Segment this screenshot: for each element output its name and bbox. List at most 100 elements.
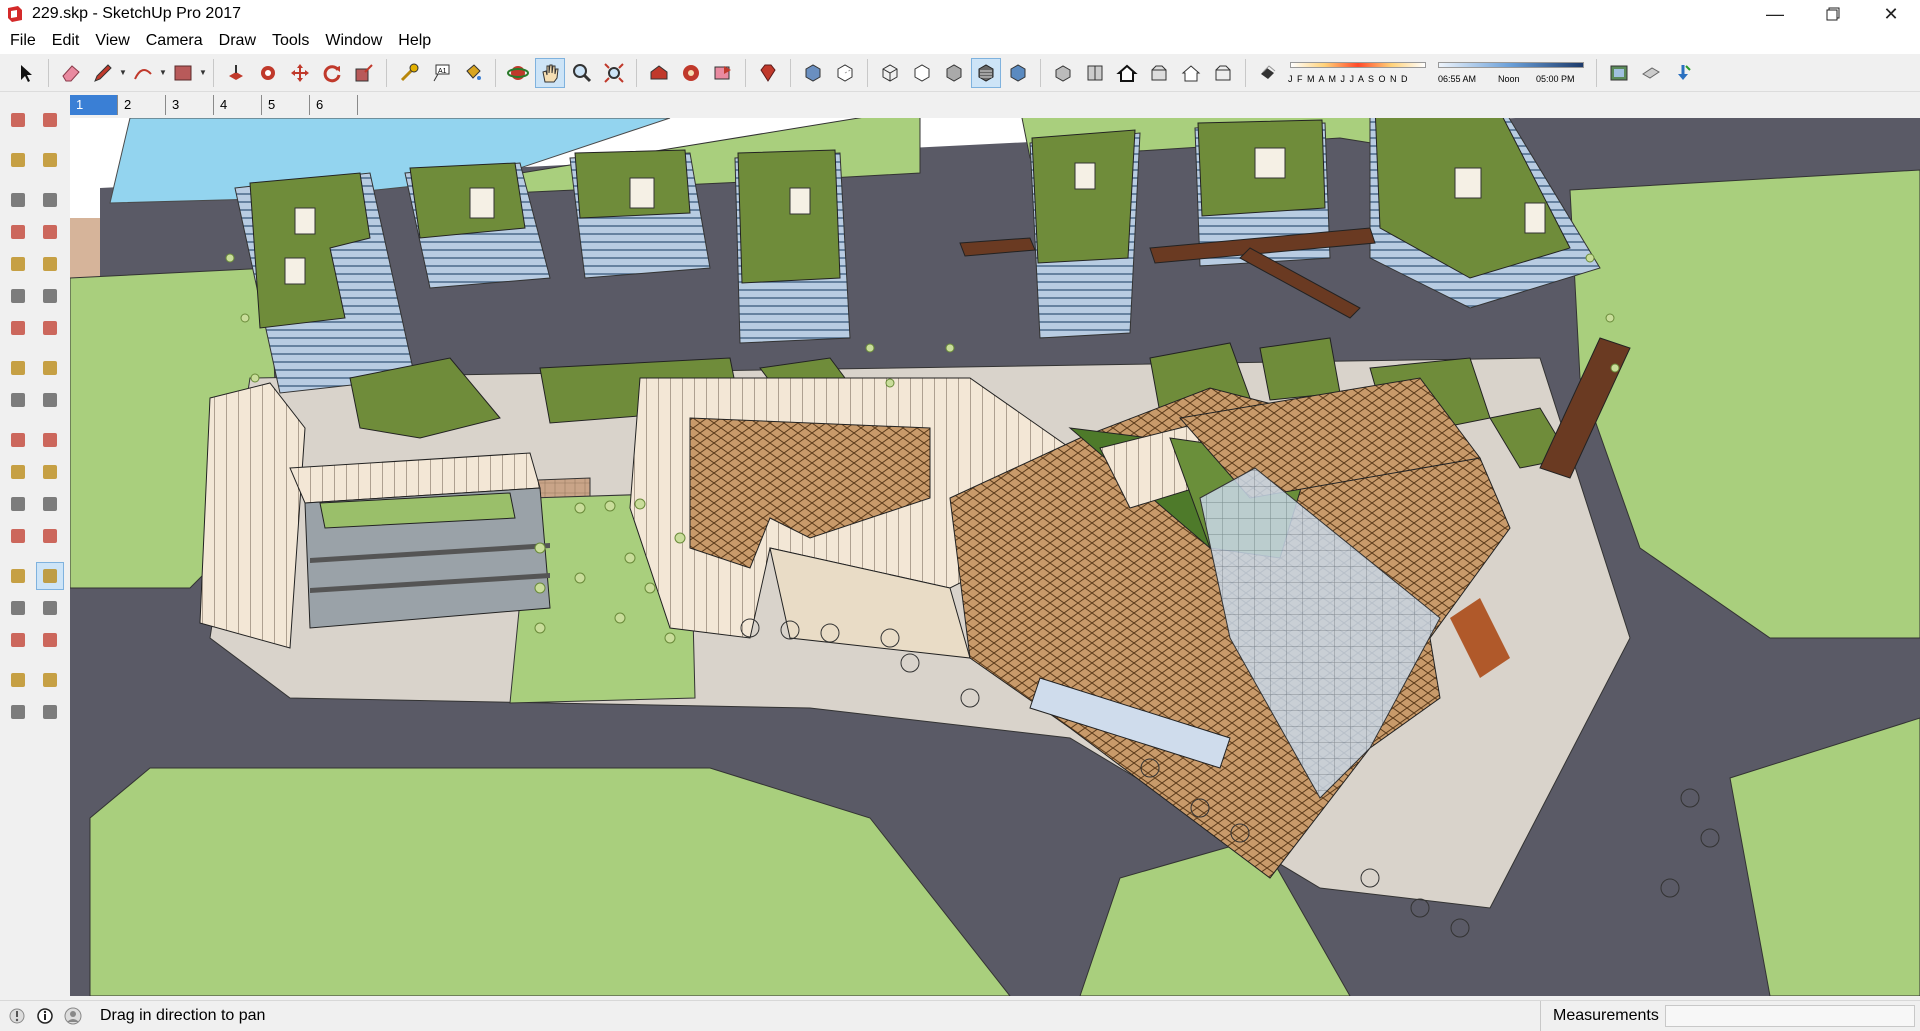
- user-account-icon[interactable]: [62, 1005, 84, 1027]
- pie-icon[interactable]: [36, 314, 64, 342]
- tape-measure-icon[interactable]: [4, 458, 32, 486]
- shaded-icon[interactable]: [939, 58, 969, 88]
- scene-tab-3[interactable]: 3: [166, 95, 214, 115]
- restore-icon[interactable]: [1804, 0, 1862, 28]
- photo-texture-icon[interactable]: [1604, 58, 1634, 88]
- back-edges-icon[interactable]: [830, 58, 860, 88]
- menu-view[interactable]: View: [87, 28, 137, 54]
- zoom-extents-icon[interactable]: [4, 626, 32, 654]
- rotated-rectangle-icon[interactable]: [36, 218, 64, 246]
- close-icon[interactable]: ✕: [1862, 0, 1920, 28]
- orbit-icon[interactable]: [4, 562, 32, 590]
- two-point-arc-icon[interactable]: [36, 282, 64, 310]
- scene-tab-2[interactable]: 2: [118, 95, 166, 115]
- pan-icon[interactable]: [36, 562, 64, 590]
- text-icon[interactable]: [36, 490, 64, 518]
- rotate-icon[interactable]: [4, 386, 32, 414]
- select-icon[interactable]: [4, 106, 32, 134]
- warehouse-icon[interactable]: [644, 58, 674, 88]
- hidden-line-icon[interactable]: [907, 58, 937, 88]
- walk-icon[interactable]: [4, 698, 32, 726]
- left-view-icon[interactable]: [1208, 58, 1238, 88]
- follow-me-icon[interactable]: [36, 386, 64, 414]
- zoom-extents-icon[interactable]: [599, 58, 629, 88]
- arc-icon[interactable]: [128, 58, 158, 88]
- look-around-icon[interactable]: [36, 666, 64, 694]
- pencil-dropdown-icon[interactable]: ▼: [119, 58, 127, 88]
- pan-icon[interactable]: [535, 57, 565, 88]
- axes-icon[interactable]: [4, 522, 32, 550]
- three-point-arc-icon[interactable]: [4, 314, 32, 342]
- minimize-icon[interactable]: —: [1746, 0, 1804, 28]
- menu-draw[interactable]: Draw: [211, 28, 264, 54]
- measurements-field[interactable]: [1665, 1005, 1915, 1027]
- geo-location-icon[interactable]: [6, 1005, 28, 1027]
- rotate-icon[interactable]: [317, 58, 347, 88]
- arc-icon[interactable]: [4, 282, 32, 310]
- polygon-icon[interactable]: [36, 250, 64, 278]
- scene-tab-6[interactable]: 6: [310, 95, 358, 115]
- scene-tab-1[interactable]: 1: [70, 95, 118, 115]
- info-icon[interactable]: [34, 1005, 56, 1027]
- scale-icon[interactable]: [4, 426, 32, 454]
- extension-warehouse-icon[interactable]: [676, 58, 706, 88]
- sandbox-icon[interactable]: [1668, 58, 1698, 88]
- menu-window[interactable]: Window: [317, 28, 390, 54]
- rectangle-icon[interactable]: [168, 58, 198, 88]
- freehand-icon[interactable]: [36, 186, 64, 214]
- scale-icon[interactable]: [349, 58, 379, 88]
- menu-help[interactable]: Help: [390, 28, 439, 54]
- scene-tab-4[interactable]: 4: [214, 95, 262, 115]
- section-plane-icon[interactable]: [36, 698, 64, 726]
- wireframe-icon[interactable]: [875, 58, 905, 88]
- position-camera-icon[interactable]: [4, 666, 32, 694]
- model-viewport[interactable]: [70, 118, 1920, 996]
- menu-tools[interactable]: Tools: [264, 28, 317, 54]
- right-view-icon[interactable]: [1144, 58, 1174, 88]
- dimension-icon[interactable]: [36, 458, 64, 486]
- shadow-time-slider[interactable]: 06:55 AM Noon 05:00 PM: [1436, 58, 1586, 88]
- eraser-icon[interactable]: [36, 146, 64, 174]
- zoom-icon[interactable]: [4, 594, 32, 622]
- shadow-date-slider[interactable]: J F M A M J J A S O N D: [1288, 58, 1428, 88]
- menu-file[interactable]: File: [2, 28, 44, 54]
- follow-me-icon[interactable]: [253, 58, 283, 88]
- push-pull-icon[interactable]: [221, 58, 251, 88]
- menu-edit[interactable]: Edit: [44, 28, 88, 54]
- line-icon[interactable]: [4, 186, 32, 214]
- protractor-icon[interactable]: [4, 490, 32, 518]
- offset-icon[interactable]: [36, 426, 64, 454]
- push-pull-icon[interactable]: [36, 354, 64, 382]
- rectangle-dropdown-icon[interactable]: ▼: [199, 58, 207, 88]
- menu-camera[interactable]: Camera: [138, 28, 211, 54]
- rectangle-icon[interactable]: [4, 218, 32, 246]
- circle-icon[interactable]: [4, 250, 32, 278]
- select-icon[interactable]: [11, 58, 41, 88]
- paint-bucket-icon[interactable]: [458, 58, 488, 88]
- top-view-icon[interactable]: [1080, 58, 1110, 88]
- iso-view-icon[interactable]: [1048, 58, 1078, 88]
- arc-dropdown-icon[interactable]: ▼: [159, 58, 167, 88]
- previous-view-icon[interactable]: [36, 626, 64, 654]
- back-view-icon[interactable]: [1176, 58, 1206, 88]
- orbit-icon[interactable]: [503, 58, 533, 88]
- move-icon[interactable]: [4, 354, 32, 382]
- ruby-console-icon[interactable]: [753, 58, 783, 88]
- zoom-icon[interactable]: [567, 58, 597, 88]
- eraser-icon[interactable]: [56, 58, 86, 88]
- shaded-textures-icon[interactable]: [971, 57, 1001, 88]
- xray-icon[interactable]: [798, 58, 828, 88]
- zoom-window-icon[interactable]: [36, 594, 64, 622]
- 3d-text-icon[interactable]: [36, 522, 64, 550]
- move-icon[interactable]: [285, 58, 315, 88]
- text-icon[interactable]: A1: [426, 58, 456, 88]
- paint-bucket-icon[interactable]: [4, 146, 32, 174]
- scene-tab-5[interactable]: 5: [262, 95, 310, 115]
- add-location-icon[interactable]: [1636, 58, 1666, 88]
- share-model-icon[interactable]: [708, 58, 738, 88]
- front-view-icon[interactable]: [1112, 58, 1142, 88]
- component-icon[interactable]: [36, 106, 64, 134]
- monochrome-icon[interactable]: [1003, 58, 1033, 88]
- shadows-icon[interactable]: [1253, 58, 1283, 88]
- pencil-icon[interactable]: [88, 58, 118, 88]
